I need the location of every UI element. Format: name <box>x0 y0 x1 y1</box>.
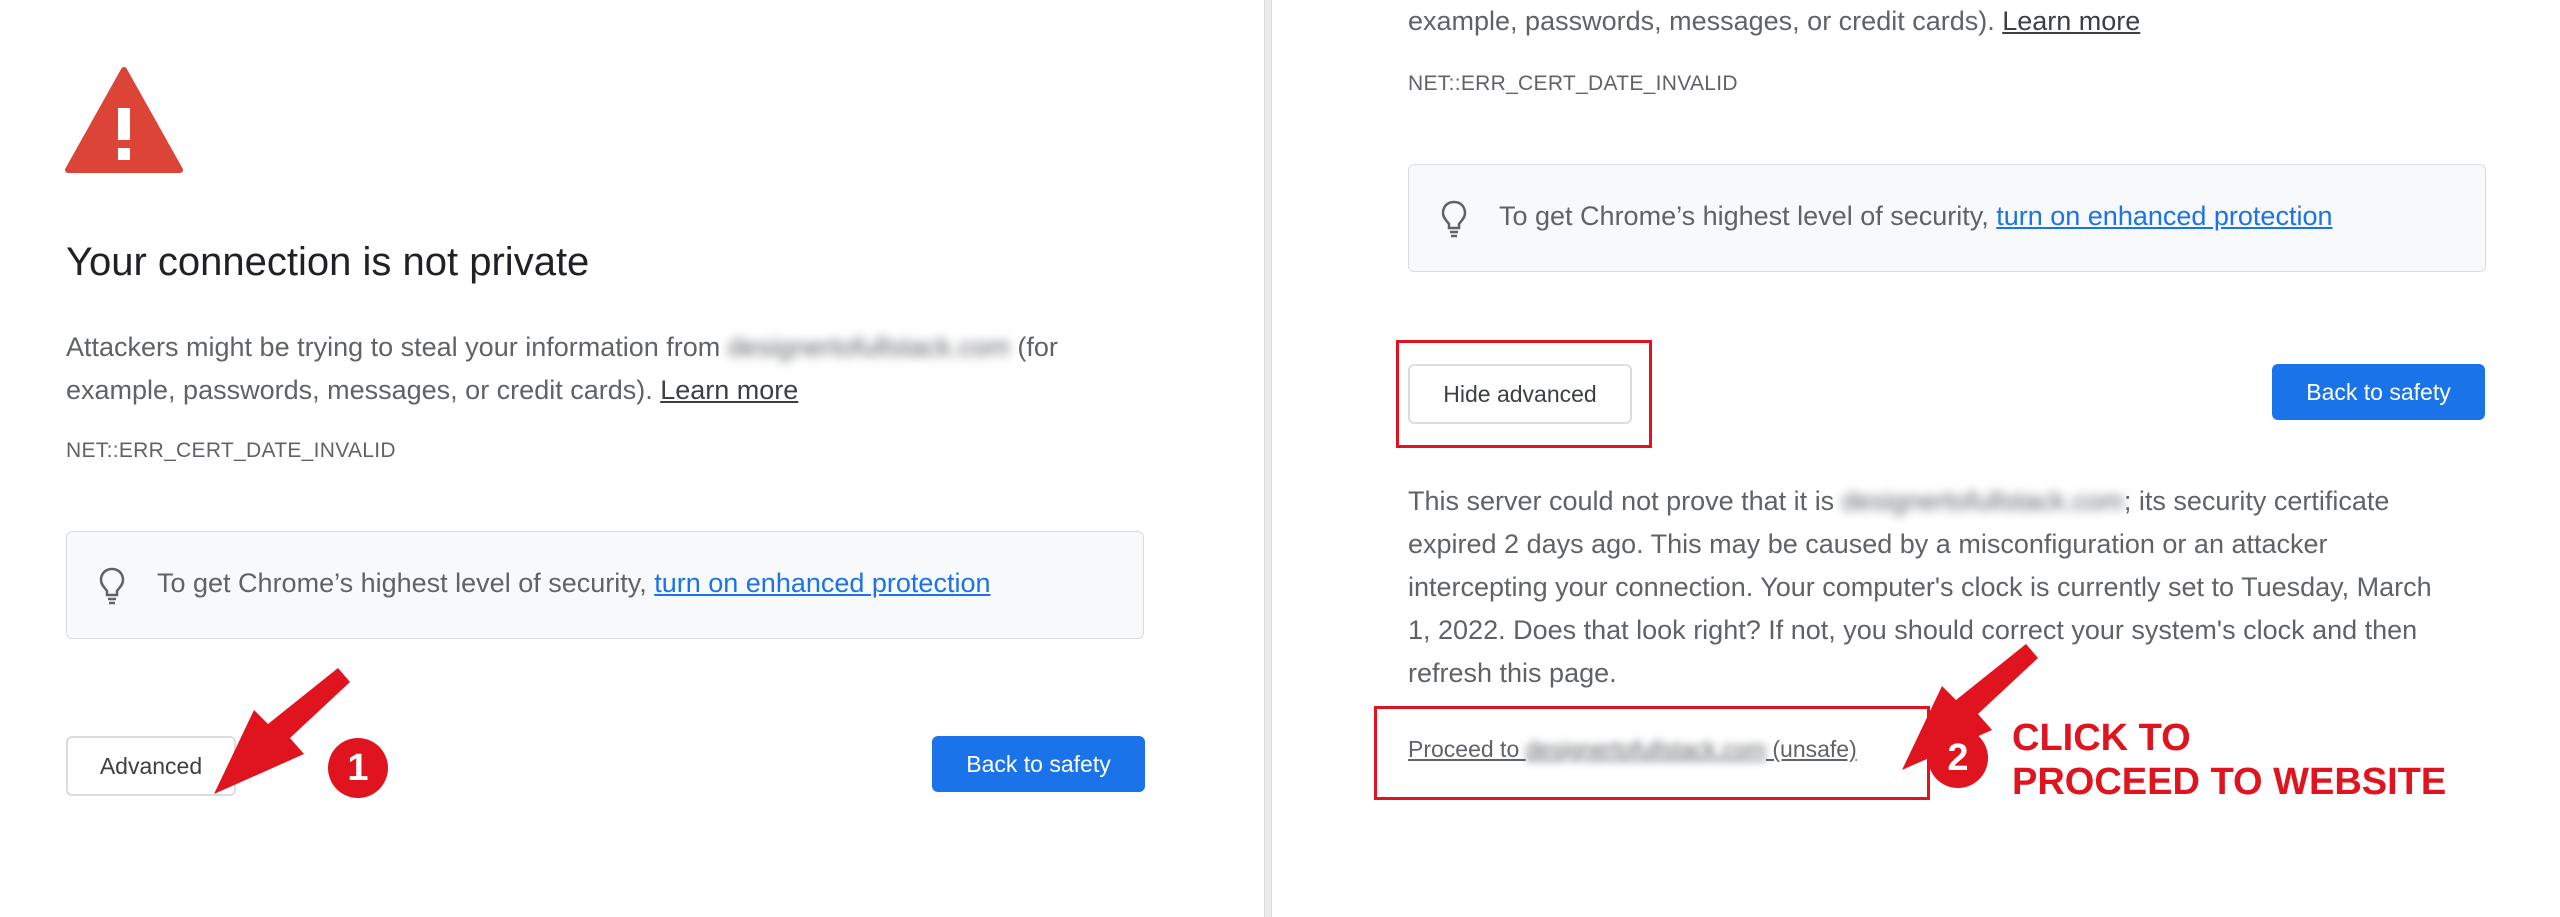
error-code: NET::ERR_CERT_DATE_INVALID <box>1408 72 1738 95</box>
click-to-proceed-annotation: CLICK TO PROCEED TO WEBSITE <box>2012 717 2447 803</box>
back-to-safety-button[interactable]: Back to safety <box>2272 364 2485 420</box>
enhanced-protection-box: To get Chrome’s highest level of securit… <box>66 531 1144 639</box>
step-1-badge: 1 <box>328 738 388 798</box>
learn-more-link[interactable]: Learn more <box>2002 6 2140 36</box>
right-panel: example, passwords, messages, or credit … <box>1272 0 2560 917</box>
blurred-domain: designertofullstack.com <box>1841 486 2124 516</box>
details-line3: intercepting your connection. Your compu… <box>1408 572 2432 602</box>
back-to-safety-button[interactable]: Back to safety <box>932 736 1145 792</box>
learn-more-link[interactable]: Learn more <box>660 375 798 405</box>
step-2-badge: 2 <box>1928 728 1988 788</box>
description-line2: example, passwords, messages, or credit … <box>1408 6 2141 36</box>
left-panel: Your connection is not private Attackers… <box>0 0 1264 917</box>
enhanced-protection-link[interactable]: turn on enhanced protection <box>1996 201 2332 231</box>
details-line1: This server could not prove that it is d… <box>1408 480 2432 523</box>
description-line1: Attackers might be trying to steal your … <box>66 326 1058 369</box>
error-code: NET::ERR_CERT_DATE_INVALID <box>66 439 396 462</box>
lightbulb-icon <box>99 567 125 605</box>
description-line2: example, passwords, messages, or credit … <box>66 375 799 405</box>
enhanced-protection-link[interactable]: turn on enhanced protection <box>654 568 990 598</box>
lightbulb-icon <box>1441 200 1467 238</box>
proceed-unsafe-link[interactable]: Proceed to designertofullstack.com (unsa… <box>1408 736 1857 763</box>
enhanced-protection-text: To get Chrome’s highest level of securit… <box>1499 201 2333 231</box>
hide-advanced-button[interactable]: Hide advanced <box>1408 364 1632 424</box>
blurred-domain: designertofullstack.com <box>1525 736 1766 762</box>
details-line2: expired 2 days ago. This may be caused b… <box>1408 529 2328 559</box>
enhanced-protection-text: To get Chrome’s highest level of securit… <box>157 568 991 598</box>
red-arrow-icon <box>214 668 350 794</box>
blurred-domain: designertofullstack.com <box>727 332 1010 362</box>
warning-triangle-icon <box>65 67 183 173</box>
enhanced-protection-box: To get Chrome’s highest level of securit… <box>1408 164 2486 272</box>
page-title: Your connection is not private <box>66 240 590 284</box>
panel-divider <box>1264 0 1272 917</box>
